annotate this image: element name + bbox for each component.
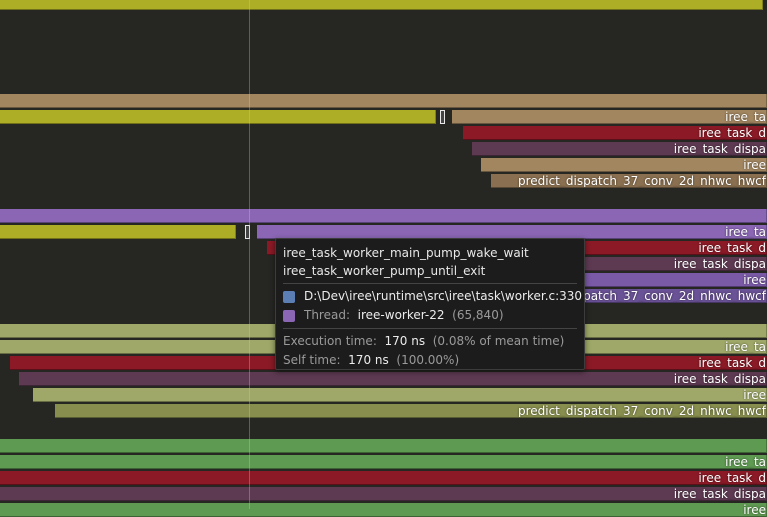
- zone-label: iree_task_d: [698, 241, 766, 255]
- zone-label: iree_task_d: [698, 471, 766, 485]
- tooltip-divider: [283, 283, 577, 284]
- zone-bar[interactable]: iree_task_d: [463, 126, 767, 140]
- thread-color-swatch: [283, 309, 295, 322]
- exec-time-note: (0.08% of mean time): [432, 334, 565, 348]
- tooltip-thread-row: Thread: iree-worker-22 (65,840): [283, 306, 577, 325]
- zone-bar[interactable]: [0, 225, 236, 239]
- exec-time-label: Execution time:: [283, 334, 377, 348]
- zone-label: iree: [743, 273, 766, 287]
- zone-bar[interactable]: iree_ta: [452, 110, 767, 124]
- zone-label: iree_task_d: [698, 126, 766, 140]
- zone-label: iree: [743, 388, 766, 402]
- zone-bar[interactable]: iree_task_d: [0, 471, 767, 485]
- zone-label: iree_task_dispa: [673, 142, 766, 156]
- hover-cursor-line: [249, 0, 250, 509]
- thread-name: iree-worker-22: [357, 308, 445, 322]
- zone-label: iree_ta: [725, 340, 766, 354]
- timeline-view[interactable]: iree_ta iree_task_d iree_task_dispa iree…: [0, 0, 767, 517]
- zone-tooltip: iree_task_worker_main_pump_wake_wait ire…: [275, 238, 585, 370]
- zone-bar[interactable]: [0, 0, 763, 10]
- zone-bar[interactable]: iree_ta: [257, 225, 767, 239]
- zone-bar[interactable]: iree_ta: [0, 455, 767, 469]
- zone-label: iree_task_dispa: [673, 487, 766, 501]
- tooltip-self-row: Self time: 170 ns (100.00%): [283, 351, 577, 370]
- self-time-note: (100.00%): [396, 353, 460, 367]
- zone-bar[interactable]: [0, 439, 767, 453]
- tooltip-source-location: D:\Dev\iree\runtime\src\iree\task\worker…: [304, 289, 583, 303]
- zone-bar[interactable]: [0, 209, 767, 223]
- tooltip-source-row: D:\Dev\iree\runtime\src\iree\task\worker…: [283, 287, 582, 306]
- zone-label: iree_task_d: [698, 356, 766, 370]
- self-time-value: 170 ns: [348, 353, 389, 367]
- zone-bar[interactable]: iree: [481, 158, 767, 172]
- zone-bar[interactable]: [0, 110, 436, 124]
- zone-bar[interactable]: predict_dispatch_37_conv_2d_nhwc_hwcf: [491, 174, 767, 188]
- zone-label: predict_dispatch_37_conv_2d_nhwc_hwcf: [517, 174, 766, 188]
- exec-time-value: 170 ns: [384, 334, 426, 348]
- self-time-label: Self time:: [283, 353, 341, 367]
- tooltip-divider: [283, 328, 577, 329]
- zone-label: iree_ta: [725, 225, 766, 239]
- zone-label: iree_task_dispa: [673, 372, 766, 386]
- thread-label: Thread:: [304, 308, 351, 322]
- zone-bar[interactable]: predict_dispatch_37_conv_2d_nhwc_hwcf: [55, 404, 767, 418]
- zone-label: iree_ta: [725, 455, 766, 469]
- thread-id: (65,840): [452, 308, 504, 322]
- zone-label: iree_task_dispa: [673, 257, 766, 271]
- tooltip-exec-row: Execution time: 170 ns (0.08% of mean ti…: [283, 332, 577, 351]
- zone-label: predict_dispatch_37_conv_2d_nhwc_hwcf: [517, 404, 766, 418]
- zone-gap-marker[interactable]: [440, 110, 445, 124]
- tooltip-zone-name: iree_task_worker_main_pump_wake_wait: [283, 246, 529, 260]
- zone-bar[interactable]: [0, 94, 767, 108]
- zone-bar[interactable]: iree: [33, 388, 767, 402]
- zone-label: iree_ta: [725, 110, 766, 124]
- zone-label: iree: [743, 503, 766, 517]
- zone-bar[interactable]: iree_task_dispa: [0, 487, 767, 501]
- tooltip-parent-name: iree_task_worker_pump_until_exit: [283, 264, 486, 278]
- zone-bar[interactable]: iree_task_dispa: [472, 142, 767, 156]
- zone-bar[interactable]: iree: [0, 503, 767, 517]
- source-color-swatch: [283, 290, 295, 303]
- zone-label: iree: [743, 158, 766, 172]
- zone-bar[interactable]: iree_task_dispa: [19, 372, 767, 386]
